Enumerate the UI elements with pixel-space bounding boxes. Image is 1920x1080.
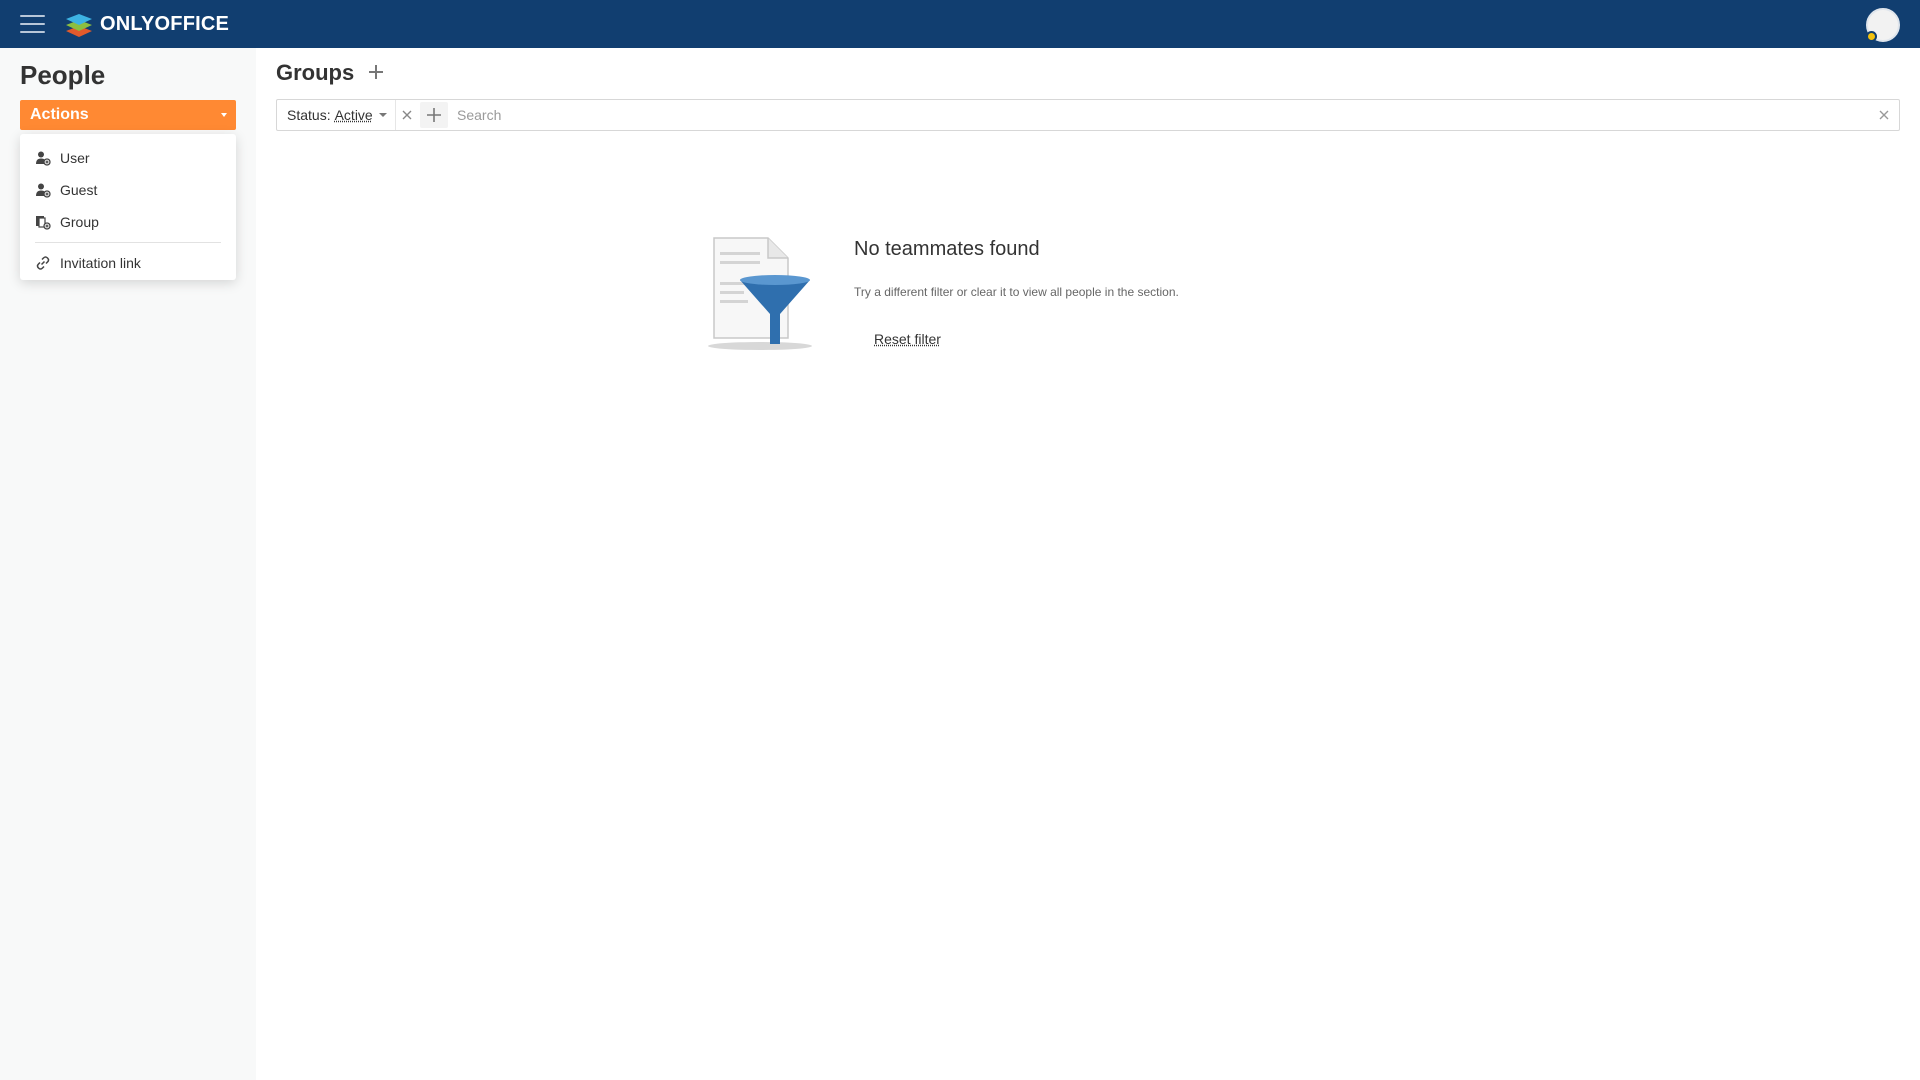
logo-icon — [66, 14, 92, 37]
menu-item-label: Invitation link — [60, 255, 141, 271]
empty-filter-icon — [708, 237, 812, 350]
chevron-down-icon — [378, 113, 387, 117]
main-content: Groups Status: Active No teamm — [256, 48, 1920, 1080]
chevron-down-icon — [221, 113, 227, 117]
add-group-button[interactable] — [364, 60, 388, 84]
user-avatar[interactable] — [1866, 8, 1900, 42]
status-filter-value[interactable]: Active — [335, 107, 373, 123]
actions-button[interactable]: Actions — [20, 100, 236, 130]
status-badge — [1866, 31, 1877, 42]
add-group-icon — [36, 216, 51, 230]
actions-label: Actions — [30, 106, 89, 123]
empty-state-subtitle: Try a different filter or clear it to vi… — [854, 285, 1179, 299]
plus-icon — [427, 108, 441, 122]
onlyoffice-logo[interactable]: ONLYOFFICE — [66, 10, 229, 38]
close-icon[interactable] — [398, 106, 416, 124]
clear-search-icon[interactable] — [1875, 106, 1893, 124]
add-filter-button[interactable] — [420, 102, 448, 128]
menu-item-group[interactable]: Group — [20, 206, 236, 238]
menu-icon[interactable] — [20, 12, 45, 36]
status-filter-chip[interactable]: Status: Active — [277, 100, 396, 130]
menu-item-label: Group — [60, 214, 99, 230]
top-navigation-bar: ONLYOFFICE — [0, 0, 1920, 48]
menu-item-guest[interactable]: Guest — [20, 174, 236, 206]
menu-item-label: Guest — [60, 182, 98, 198]
add-user-icon — [36, 151, 51, 166]
menu-item-label: User — [60, 150, 90, 166]
sidebar-title: People — [20, 60, 106, 90]
menu-item-invitation-link[interactable]: Invitation link — [20, 247, 236, 279]
link-icon — [36, 256, 50, 270]
add-guest-icon — [36, 183, 51, 198]
empty-state-title: No teammates found — [854, 238, 1040, 260]
filter-bar: Status: Active — [276, 99, 1900, 131]
menu-item-user[interactable]: User — [20, 142, 236, 174]
reset-filter-link[interactable]: Reset filter — [874, 331, 941, 347]
logo-text: ONLYOFFICE — [100, 12, 230, 35]
status-filter-label: Status: — [287, 107, 331, 123]
search-input[interactable] — [457, 103, 1857, 127]
page-title: Groups — [276, 60, 355, 85]
actions-dropdown-menu: User Guest Group Invitation link — [20, 134, 236, 280]
menu-divider — [35, 242, 221, 243]
